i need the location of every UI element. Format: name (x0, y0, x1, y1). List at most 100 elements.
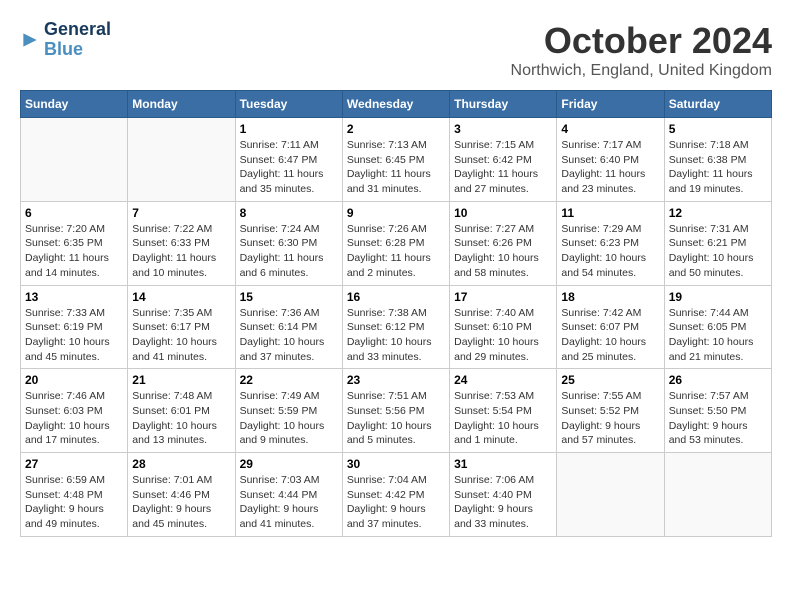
day-number: 17 (454, 290, 552, 304)
day-info: Sunrise: 7:57 AM Sunset: 5:50 PM Dayligh… (669, 389, 767, 448)
calendar-cell: 10 Sunrise: 7:27 AM Sunset: 6:26 PM Dayli… (450, 201, 557, 285)
day-number: 23 (347, 373, 445, 387)
day-info: Sunrise: 7:44 AM Sunset: 6:05 PM Dayligh… (669, 306, 767, 365)
day-info: Sunrise: 7:29 AM Sunset: 6:23 PM Dayligh… (561, 222, 659, 281)
day-number: 26 (669, 373, 767, 387)
calendar-cell (21, 118, 128, 202)
day-header-tuesday: Tuesday (235, 91, 342, 118)
calendar-cell: 26 Sunrise: 7:57 AM Sunset: 5:50 PM Dayli… (664, 369, 771, 453)
day-info: Sunrise: 7:42 AM Sunset: 6:07 PM Dayligh… (561, 306, 659, 365)
calendar-cell: 3 Sunrise: 7:15 AM Sunset: 6:42 PM Daylig… (450, 118, 557, 202)
day-info: Sunrise: 7:40 AM Sunset: 6:10 PM Dayligh… (454, 306, 552, 365)
day-info: Sunrise: 7:31 AM Sunset: 6:21 PM Dayligh… (669, 222, 767, 281)
calendar-cell (128, 118, 235, 202)
calendar-cell: 14 Sunrise: 7:35 AM Sunset: 6:17 PM Dayli… (128, 285, 235, 369)
day-info: Sunrise: 7:53 AM Sunset: 5:54 PM Dayligh… (454, 389, 552, 448)
calendar-cell: 9Sunrise: 7:26 AM Sunset: 6:28 PM Daylig… (342, 201, 449, 285)
day-number: 27 (25, 457, 123, 471)
day-info: Sunrise: 7:24 AM Sunset: 6:30 PM Dayligh… (240, 222, 338, 281)
calendar-cell: 7Sunrise: 7:22 AM Sunset: 6:33 PM Daylig… (128, 201, 235, 285)
location: Northwich, England, United Kingdom (511, 62, 772, 80)
calendar-cell: 5 Sunrise: 7:18 AM Sunset: 6:38 PM Daylig… (664, 118, 771, 202)
day-info: Sunrise: 7:36 AM Sunset: 6:14 PM Dayligh… (240, 306, 338, 365)
logo-icon (20, 30, 40, 50)
day-number: 22 (240, 373, 338, 387)
day-number: 10 (454, 206, 552, 220)
calendar-cell: 25 Sunrise: 7:55 AM Sunset: 5:52 PM Dayli… (557, 369, 664, 453)
day-number: 20 (25, 373, 123, 387)
day-number: 3 (454, 122, 552, 136)
calendar-cell: 27Sunrise: 6:59 AM Sunset: 4:48 PM Dayli… (21, 453, 128, 537)
week-row-4: 20 Sunrise: 7:46 AM Sunset: 6:03 PM Dayli… (21, 369, 772, 453)
calendar-cell: 19Sunrise: 7:44 AM Sunset: 6:05 PM Dayli… (664, 285, 771, 369)
day-number: 4 (561, 122, 659, 136)
day-header-sunday: Sunday (21, 91, 128, 118)
day-info: Sunrise: 7:38 AM Sunset: 6:12 PM Dayligh… (347, 306, 445, 365)
day-number: 14 (132, 290, 230, 304)
calendar-cell: 21Sunrise: 7:48 AM Sunset: 6:01 PM Dayli… (128, 369, 235, 453)
day-number: 8 (240, 206, 338, 220)
week-row-1: 1 Sunrise: 7:11 AM Sunset: 6:47 PM Daylig… (21, 118, 772, 202)
day-number: 2 (347, 122, 445, 136)
calendar-cell: 11 Sunrise: 7:29 AM Sunset: 6:23 PM Dayli… (557, 201, 664, 285)
day-info: Sunrise: 7:55 AM Sunset: 5:52 PM Dayligh… (561, 389, 659, 448)
day-info: Sunrise: 7:01 AM Sunset: 4:46 PM Dayligh… (132, 473, 230, 532)
calendar-cell: 20 Sunrise: 7:46 AM Sunset: 6:03 PM Dayli… (21, 369, 128, 453)
day-header-friday: Friday (557, 91, 664, 118)
day-info: Sunrise: 7:26 AM Sunset: 6:28 PM Dayligh… (347, 222, 445, 281)
calendar-cell: 31 Sunrise: 7:06 AM Sunset: 4:40 PM Dayli… (450, 453, 557, 537)
calendar-cell: 22 Sunrise: 7:49 AM Sunset: 5:59 PM Dayli… (235, 369, 342, 453)
day-info: Sunrise: 7:17 AM Sunset: 6:40 PM Dayligh… (561, 138, 659, 197)
day-info: Sunrise: 7:06 AM Sunset: 4:40 PM Dayligh… (454, 473, 552, 532)
month-title: October 2024 (511, 20, 772, 62)
day-info: Sunrise: 7:51 AM Sunset: 5:56 PM Dayligh… (347, 389, 445, 448)
day-header-wednesday: Wednesday (342, 91, 449, 118)
day-number: 1 (240, 122, 338, 136)
day-number: 30 (347, 457, 445, 471)
day-number: 29 (240, 457, 338, 471)
day-info: Sunrise: 7:03 AM Sunset: 4:44 PM Dayligh… (240, 473, 338, 532)
day-number: 31 (454, 457, 552, 471)
calendar-cell: 1 Sunrise: 7:11 AM Sunset: 6:47 PM Daylig… (235, 118, 342, 202)
day-info: Sunrise: 7:27 AM Sunset: 6:26 PM Dayligh… (454, 222, 552, 281)
day-number: 11 (561, 206, 659, 220)
day-number: 25 (561, 373, 659, 387)
calendar-cell (557, 453, 664, 537)
calendar-cell: 29 Sunrise: 7:03 AM Sunset: 4:44 PM Dayli… (235, 453, 342, 537)
day-number: 13 (25, 290, 123, 304)
calendar-table: SundayMondayTuesdayWednesdayThursdayFrid… (20, 90, 772, 537)
calendar-cell: 28 Sunrise: 7:01 AM Sunset: 4:46 PM Dayli… (128, 453, 235, 537)
day-number: 15 (240, 290, 338, 304)
day-number: 28 (132, 457, 230, 471)
day-header-thursday: Thursday (450, 91, 557, 118)
calendar-cell: 13Sunrise: 7:33 AM Sunset: 6:19 PM Dayli… (21, 285, 128, 369)
day-number: 5 (669, 122, 767, 136)
title-block: October 2024 Northwich, England, United … (511, 20, 772, 80)
calendar-cell: 4 Sunrise: 7:17 AM Sunset: 6:40 PM Daylig… (557, 118, 664, 202)
day-info: Sunrise: 7:46 AM Sunset: 6:03 PM Dayligh… (25, 389, 123, 448)
calendar-cell: 17 Sunrise: 7:40 AM Sunset: 6:10 PM Dayli… (450, 285, 557, 369)
calendar-cell: 18 Sunrise: 7:42 AM Sunset: 6:07 PM Dayli… (557, 285, 664, 369)
day-number: 16 (347, 290, 445, 304)
day-number: 7 (132, 206, 230, 220)
day-info: Sunrise: 7:49 AM Sunset: 5:59 PM Dayligh… (240, 389, 338, 448)
week-row-5: 27Sunrise: 6:59 AM Sunset: 4:48 PM Dayli… (21, 453, 772, 537)
calendar-cell: 24 Sunrise: 7:53 AM Sunset: 5:54 PM Dayli… (450, 369, 557, 453)
header-row: SundayMondayTuesdayWednesdayThursdayFrid… (21, 91, 772, 118)
day-info: Sunrise: 7:11 AM Sunset: 6:47 PM Dayligh… (240, 138, 338, 197)
calendar-cell (664, 453, 771, 537)
day-header-saturday: Saturday (664, 91, 771, 118)
week-row-3: 13Sunrise: 7:33 AM Sunset: 6:19 PM Dayli… (21, 285, 772, 369)
day-info: Sunrise: 7:18 AM Sunset: 6:38 PM Dayligh… (669, 138, 767, 197)
day-info: Sunrise: 7:13 AM Sunset: 6:45 PM Dayligh… (347, 138, 445, 197)
calendar-cell: 6Sunrise: 7:20 AM Sunset: 6:35 PM Daylig… (21, 201, 128, 285)
day-info: Sunrise: 7:15 AM Sunset: 6:42 PM Dayligh… (454, 138, 552, 197)
day-number: 18 (561, 290, 659, 304)
day-header-monday: Monday (128, 91, 235, 118)
calendar-cell: 15 Sunrise: 7:36 AM Sunset: 6:14 PM Dayli… (235, 285, 342, 369)
page-header: General Blue October 2024 Northwich, Eng… (20, 20, 772, 80)
day-info: Sunrise: 7:35 AM Sunset: 6:17 PM Dayligh… (132, 306, 230, 365)
week-row-2: 6Sunrise: 7:20 AM Sunset: 6:35 PM Daylig… (21, 201, 772, 285)
calendar-cell: 23 Sunrise: 7:51 AM Sunset: 5:56 PM Dayli… (342, 369, 449, 453)
day-number: 24 (454, 373, 552, 387)
